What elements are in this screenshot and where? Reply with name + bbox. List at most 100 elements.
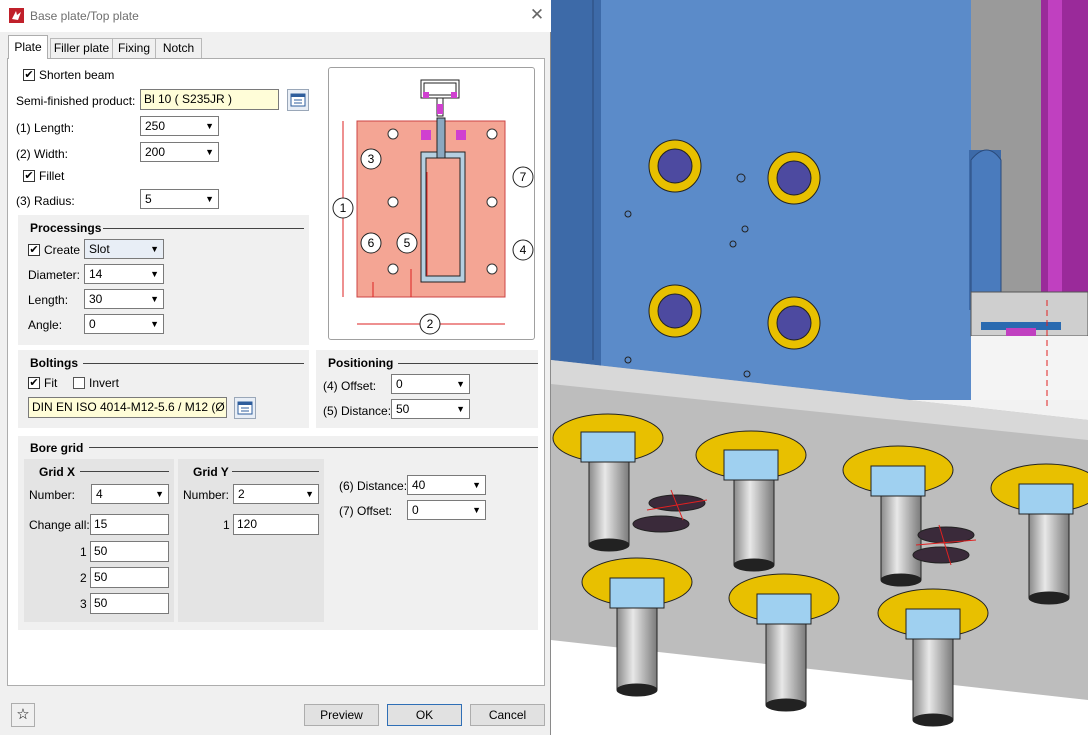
width-value: 200 xyxy=(145,145,166,159)
favorites-button[interactable]: ☆ xyxy=(11,703,35,727)
grid-y-number-label: Number: xyxy=(183,488,230,502)
bolt-field[interactable]: DIN EN ISO 4014-M12-5.6 / M12 (Ø xyxy=(28,397,227,418)
positioning-title: Positioning xyxy=(328,356,394,370)
bore-offset-value: 0 xyxy=(412,503,419,517)
proc-length-value: 30 xyxy=(89,292,103,306)
grid-x-row-input[interactable]: 50 xyxy=(90,593,169,614)
pos-distance-value: 50 xyxy=(396,402,410,416)
bore-offset-combo[interactable]: 0 ▼ xyxy=(407,500,486,520)
shorten-beam-label: Shorten beam xyxy=(39,68,115,82)
grid-y-title: Grid Y xyxy=(193,465,229,479)
pos-offset-label: (4) Offset: xyxy=(323,379,377,393)
tab-fixing[interactable]: Fixing xyxy=(112,38,156,58)
callout-1: 1 xyxy=(340,201,347,215)
catalog-button[interactable] xyxy=(287,89,309,111)
bore-distance-combo[interactable]: 40 ▼ xyxy=(407,475,486,495)
change-all-input[interactable]: 15 xyxy=(90,514,169,535)
chevron-down-icon: ▼ xyxy=(305,489,314,499)
width-combo[interactable]: 200 ▼ xyxy=(140,142,219,162)
length-combo[interactable]: 250 ▼ xyxy=(140,116,219,136)
radius-combo[interactable]: 5 ▼ xyxy=(140,189,219,209)
bore-offset-label: (7) Offset: xyxy=(339,504,393,518)
chevron-down-icon: ▼ xyxy=(456,404,465,414)
chevron-down-icon: ▼ xyxy=(205,121,214,131)
3d-viewport[interactable] xyxy=(551,0,1088,735)
divider xyxy=(398,363,538,364)
grid-y-number-combo[interactable]: 2 ▼ xyxy=(233,484,319,504)
chevron-down-icon: ▼ xyxy=(205,147,214,157)
grid-x-number-label: Number: xyxy=(29,488,76,502)
semi-finished-field[interactable]: Bl 10 ( S235JR ) xyxy=(140,89,279,110)
tab-plate[interactable]: Plate xyxy=(8,35,48,59)
fillet-label: Fillet xyxy=(39,169,65,183)
chevron-down-icon: ▼ xyxy=(472,505,481,515)
divider xyxy=(80,471,169,472)
callout-7: 7 xyxy=(520,170,527,184)
dialog-window: Base plate/Top plate ✕ Filler plate Fixi… xyxy=(0,0,551,735)
angle-combo[interactable]: 0 ▼ xyxy=(84,314,164,334)
app-logo-icon xyxy=(9,8,24,23)
catalog-icon xyxy=(290,93,306,107)
create-type-combo[interactable]: Slot ▼ xyxy=(84,239,164,259)
fit-label: Fit xyxy=(44,376,58,390)
grid-y-row-index: 1 xyxy=(223,518,230,532)
grid-y-row-input[interactable]: 120 xyxy=(233,514,319,535)
diameter-label: Diameter: xyxy=(28,268,81,282)
grid-x-row-input[interactable]: 50 xyxy=(90,567,169,588)
fit-checkbox[interactable]: ✔ xyxy=(28,377,40,389)
chevron-down-icon: ▼ xyxy=(150,294,159,304)
chevron-down-icon: ▼ xyxy=(205,194,214,204)
preview-button[interactable]: Preview xyxy=(304,704,379,726)
radius-label: (3) Radius: xyxy=(16,194,75,208)
proc-length-label: Length: xyxy=(28,293,69,307)
proc-length-combo[interactable]: 30 ▼ xyxy=(84,289,164,309)
cancel-button[interactable]: Cancel xyxy=(470,704,545,726)
bore-distance-value: 40 xyxy=(412,478,426,492)
fillet-checkbox[interactable]: ✔ xyxy=(23,170,35,182)
chevron-down-icon: ▼ xyxy=(472,480,481,490)
divider xyxy=(232,471,319,472)
length-label: (1) Length: xyxy=(16,121,75,135)
bore-grid-title: Bore grid xyxy=(30,441,84,455)
bolt-catalog-button[interactable] xyxy=(234,397,256,419)
angle-label: Angle: xyxy=(28,318,63,332)
angle-value: 0 xyxy=(89,317,96,331)
tab-notch[interactable]: Notch xyxy=(155,38,202,58)
grid-x-row-index: 3 xyxy=(80,597,87,611)
3d-model-view xyxy=(551,0,1088,735)
chevron-down-icon: ▼ xyxy=(150,244,159,254)
callout-2: 2 xyxy=(427,317,434,331)
plate-diagram: 1 2 3 4 5 6 7 xyxy=(328,67,535,340)
diameter-combo[interactable]: 14 ▼ xyxy=(84,264,164,284)
change-all-label: Change all: xyxy=(29,518,90,532)
callout-3: 3 xyxy=(368,152,375,166)
pos-offset-value: 0 xyxy=(396,377,403,391)
divider xyxy=(89,447,538,448)
create-label: Create xyxy=(44,243,81,257)
tab-filler-plate[interactable]: Filler plate xyxy=(50,38,113,58)
chevron-down-icon: ▼ xyxy=(155,489,164,499)
radius-value: 5 xyxy=(145,192,152,206)
invert-label: Invert xyxy=(89,376,120,390)
semi-finished-label: Semi-finished product: xyxy=(16,94,136,108)
pos-distance-combo[interactable]: 50 ▼ xyxy=(391,399,470,419)
invert-checkbox[interactable] xyxy=(73,377,85,389)
grid-x-number-value: 4 xyxy=(96,487,103,501)
title-bar: Base plate/Top plate ✕ xyxy=(0,0,551,32)
processings-title: Processings xyxy=(30,221,102,235)
divider xyxy=(83,363,304,364)
close-icon[interactable]: ✕ xyxy=(529,4,545,26)
divider xyxy=(103,228,304,229)
boltings-title: Boltings xyxy=(30,356,78,370)
grid-x-row-input[interactable]: 50 xyxy=(90,541,169,562)
create-checkbox[interactable]: ✔ xyxy=(28,244,40,256)
plate-diagram-drawing: 1 2 3 4 5 6 7 xyxy=(332,79,534,335)
chevron-down-icon: ▼ xyxy=(456,379,465,389)
ok-button[interactable]: OK xyxy=(387,704,462,726)
diameter-value: 14 xyxy=(89,267,103,281)
shorten-beam-checkbox[interactable]: ✔ xyxy=(23,69,35,81)
callout-4: 4 xyxy=(520,243,527,257)
grid-x-number-combo[interactable]: 4 ▼ xyxy=(91,484,169,504)
pos-offset-combo[interactable]: 0 ▼ xyxy=(391,374,470,394)
width-label: (2) Width: xyxy=(16,147,69,161)
